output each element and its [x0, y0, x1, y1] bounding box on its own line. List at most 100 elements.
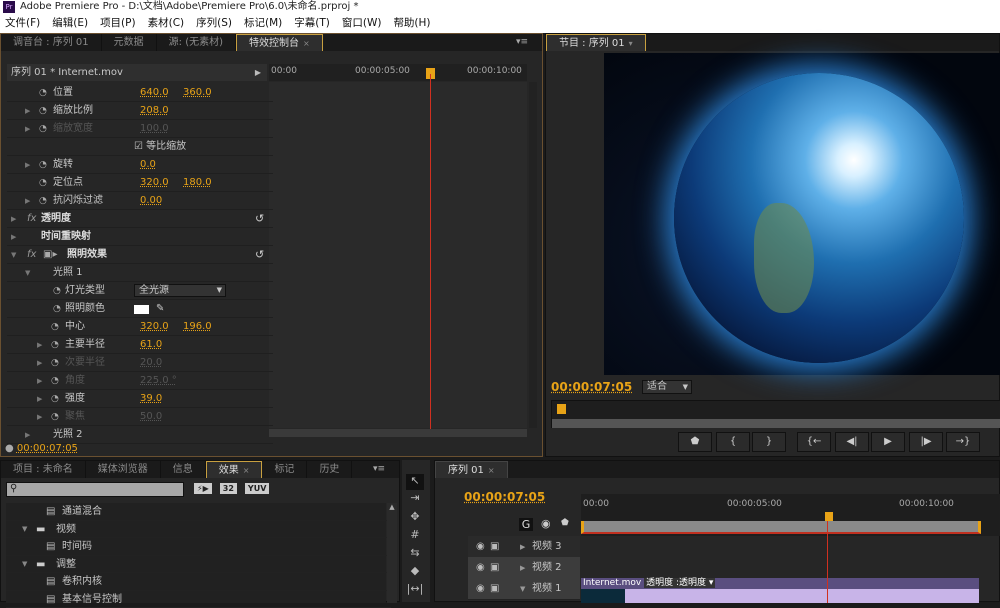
effect-item[interactable]: ▤时间码 [6, 538, 391, 556]
stopwatch-icon[interactable]: ◔ [39, 120, 47, 138]
filter-badge-1[interactable]: 32 [220, 483, 237, 494]
stopwatch-icon[interactable]: ◔ [51, 354, 59, 372]
stopwatch-icon[interactable]: ◔ [39, 192, 47, 210]
rate-stretch-tool-icon[interactable]: ⇆ [406, 546, 424, 562]
tab-3[interactable]: 效果× [206, 461, 263, 478]
tab-sequence[interactable]: 序列 01× [435, 461, 508, 478]
property-value[interactable]: 180.0 [183, 174, 212, 192]
property-value[interactable]: 0.00 [140, 192, 162, 210]
close-icon[interactable]: × [488, 466, 495, 475]
tab-2[interactable]: 源: (无素材) [157, 34, 236, 51]
expand-triangle-icon[interactable]: ▼ [11, 246, 16, 264]
effect-item[interactable]: ▤基本信号控制 [6, 591, 391, 608]
reset-icon[interactable]: ↺ [255, 210, 264, 228]
tab-1[interactable]: 元数据 [102, 34, 157, 51]
search-input[interactable]: ⚲ [6, 482, 184, 497]
expand-triangle-icon[interactable]: ▶ [25, 120, 30, 138]
expand-triangle-icon[interactable]: ▶ [25, 102, 30, 120]
menu-item-6[interactable]: 字幕(T) [294, 14, 330, 33]
current-time[interactable]: ● 00:00:07:05 [5, 443, 78, 454]
tab-2[interactable]: 信息 [161, 461, 206, 478]
stopwatch-icon[interactable]: ◔ [51, 336, 59, 354]
eye-icon[interactable]: ◉ [476, 536, 485, 558]
program-ruler[interactable] [551, 400, 1000, 428]
expand-triangle-icon[interactable]: ▶ [37, 336, 42, 354]
vertical-scrollbar[interactable]: ▲ [387, 503, 397, 603]
tab-0[interactable]: 调音台 : 序列 01 [1, 34, 102, 51]
property-value[interactable]: 196.0 [183, 318, 212, 336]
clip-fx-dropdown[interactable]: 透明度 :透明度 ▾ [644, 578, 715, 588]
expand-triangle-icon[interactable]: ▶ [11, 210, 16, 228]
expand-triangle-icon[interactable]: ▶ [25, 426, 30, 444]
stopwatch-icon[interactable]: ◔ [39, 174, 47, 192]
expand-triangle-icon[interactable]: ▶ [37, 354, 42, 372]
effect-item[interactable]: ▤通道混合 [6, 503, 391, 521]
property-value[interactable]: 320.0 [140, 174, 169, 192]
eye-icon[interactable]: ◉ [476, 578, 485, 600]
eye-icon[interactable]: ◉ [476, 557, 485, 579]
stopwatch-icon[interactable]: ◔ [51, 390, 59, 408]
menu-item-7[interactable]: 窗口(W) [342, 14, 382, 33]
tab-3[interactable]: 特效控制台× [236, 34, 323, 51]
scrollbar[interactable] [269, 429, 527, 437]
menu-item-5[interactable]: 标记(M) [244, 14, 282, 33]
track-select-tool-icon[interactable]: ⇥ [406, 491, 424, 507]
play-clip-icon[interactable]: ▶ [255, 64, 261, 81]
tab-1[interactable]: 媒体浏览器 [86, 461, 161, 478]
stopwatch-icon[interactable]: ◔ [51, 372, 59, 390]
menu-item-8[interactable]: 帮助(H) [393, 14, 430, 33]
film-icon[interactable]: ▣ [490, 578, 499, 600]
rolling-edit-tool-icon[interactable]: # [406, 528, 424, 544]
film-icon[interactable]: ▣ [490, 536, 499, 558]
expand-triangle-icon[interactable]: ▶ [37, 390, 42, 408]
transport-button-5[interactable]: ▶ [871, 432, 905, 452]
effect-section[interactable]: ▶时间重映射 [7, 228, 273, 246]
expand-triangle-icon[interactable]: ▶ [520, 557, 525, 579]
light-group[interactable]: ▼光照 1 [7, 264, 273, 282]
property-value[interactable]: 0.0 [140, 156, 156, 174]
property-value[interactable]: 61.0 [140, 336, 162, 354]
stopwatch-icon[interactable]: ◔ [39, 102, 47, 120]
expand-triangle-icon[interactable]: ▶ [520, 536, 525, 558]
tab-program[interactable]: 节目 : 序列 01▾ [546, 34, 646, 51]
playhead-handle[interactable] [825, 512, 833, 521]
stopwatch-icon[interactable]: ◔ [51, 318, 59, 336]
marker-globe-icon[interactable]: ◉ [541, 517, 551, 530]
close-icon[interactable]: × [243, 466, 250, 475]
expand-triangle-icon[interactable]: ▶ [37, 372, 42, 390]
menu-item-0[interactable]: 文件(F) [5, 14, 40, 33]
menu-item-2[interactable]: 项目(P) [100, 14, 136, 33]
stopwatch-icon[interactable]: ◔ [53, 300, 61, 318]
expand-triangle-icon[interactable]: ▶ [25, 192, 30, 210]
playhead-handle[interactable] [557, 404, 566, 414]
filter-badge-2[interactable]: YUV [245, 483, 269, 494]
property-value[interactable]: 320.0 [140, 318, 169, 336]
zoom-scrollbar[interactable] [552, 419, 1000, 428]
transport-button-2[interactable]: } [752, 432, 786, 452]
effect-section[interactable]: ▼fx▣▸照明效果↺ [7, 246, 273, 264]
timecode[interactable]: 00:00:07:05 [17, 443, 78, 454]
film-icon[interactable]: ▣ [490, 557, 499, 579]
property-value[interactable]: 225.0 ° [140, 372, 177, 390]
transport-button-7[interactable]: →} [946, 432, 980, 452]
expand-triangle-icon[interactable]: ▶ [25, 156, 30, 174]
property-value[interactable]: 20.0 [140, 354, 162, 372]
expand-triangle-icon[interactable]: ▶ [11, 228, 16, 246]
tab-5[interactable]: 历史 [307, 461, 352, 478]
effect-section[interactable]: ▶fx透明度↺ [7, 210, 273, 228]
zoom-select[interactable]: 适合▼ [642, 380, 692, 394]
stopwatch-icon[interactable]: ◔ [39, 84, 47, 102]
program-timecode[interactable]: 00:00:07:05 [551, 380, 632, 394]
eyedropper-icon[interactable]: ✎ [156, 300, 164, 318]
panel-menu-icon[interactable]: ▾≡ [373, 464, 385, 474]
folder-item[interactable]: ▼▬视频 [6, 521, 391, 539]
reset-icon[interactable]: ↺ [255, 246, 264, 264]
stopwatch-icon[interactable]: ◔ [39, 156, 47, 174]
menu-item-3[interactable]: 素材(C) [148, 14, 185, 33]
tab-4[interactable]: 标记 [262, 461, 307, 478]
selection-tool-icon[interactable]: ↖ [406, 474, 424, 490]
razor-tool-icon[interactable]: ◆ [406, 564, 424, 580]
folder-item[interactable]: ▼▬调整 [6, 556, 391, 574]
fx-icon[interactable]: fx [27, 246, 36, 264]
property-value[interactable]: 360.0 [183, 84, 212, 102]
